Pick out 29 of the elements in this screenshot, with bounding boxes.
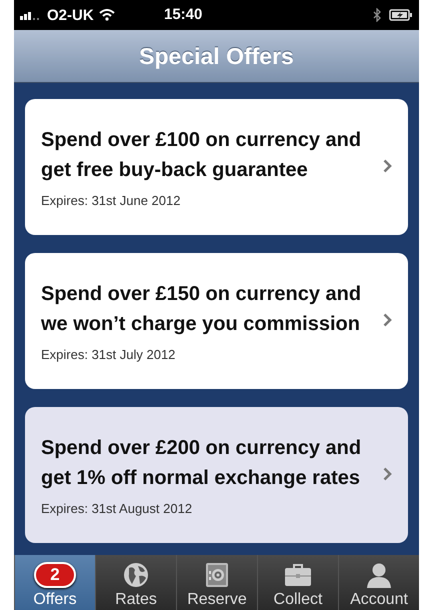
offer-expiry: Expires: 31st June 2012 bbox=[41, 192, 182, 208]
offer-title: Spend over £100 on currency and get free buy-back guarantee bbox=[41, 128, 362, 182]
globe-icon bbox=[123, 562, 149, 588]
person-icon bbox=[365, 562, 393, 588]
offer-card[interactable]: Spend over £150 on currency and we won’t charge you commission Expires: 31st July 2012 bbox=[25, 253, 408, 389]
offer-expiry: Expires: 31st August 2012 bbox=[41, 500, 194, 516]
offer-card[interactable]: Spend over £100 on currency and get free buy-back guarantee Expires: 31st June 2012 bbox=[25, 99, 408, 235]
tab-bar-item[interactable]: Collect bbox=[257, 555, 338, 610]
chevron-icon bbox=[383, 313, 392, 327]
carrier-name: O2-UK bbox=[47, 6, 94, 24]
tab-bar-item[interactable]: Account bbox=[338, 555, 419, 610]
battery-icon bbox=[389, 9, 413, 21]
safe-icon bbox=[204, 562, 230, 588]
status-time: 15:40 bbox=[164, 6, 202, 23]
tab-bar-item[interactable]: Reserve bbox=[176, 555, 257, 610]
signal-icon bbox=[20, 10, 42, 20]
bluetooth-icon bbox=[373, 8, 381, 22]
notification-badge: 2 bbox=[34, 562, 76, 588]
offer-title: Spend over £200 on currency and get 1% off normal exchange rates bbox=[41, 436, 362, 490]
screen-title: Special Offers bbox=[139, 42, 294, 70]
offer-title: Spend over £150 on currency and we won’t charge you commission bbox=[41, 282, 362, 336]
tab-bar-item[interactable]: 2 Offers bbox=[14, 555, 95, 610]
offer-card[interactable]: Spend over £200 on currency and get 1% off normal exchange rates Expires: 31st August 2012 bbox=[25, 407, 408, 543]
tab-bar-item[interactable]: Rates bbox=[95, 555, 176, 610]
offer-expiry: Expires: 31st July 2012 bbox=[41, 346, 176, 362]
briefcase-icon bbox=[284, 563, 312, 587]
chevron-icon bbox=[383, 159, 392, 173]
wifi-icon bbox=[98, 9, 115, 21]
chevron-icon bbox=[383, 467, 392, 481]
